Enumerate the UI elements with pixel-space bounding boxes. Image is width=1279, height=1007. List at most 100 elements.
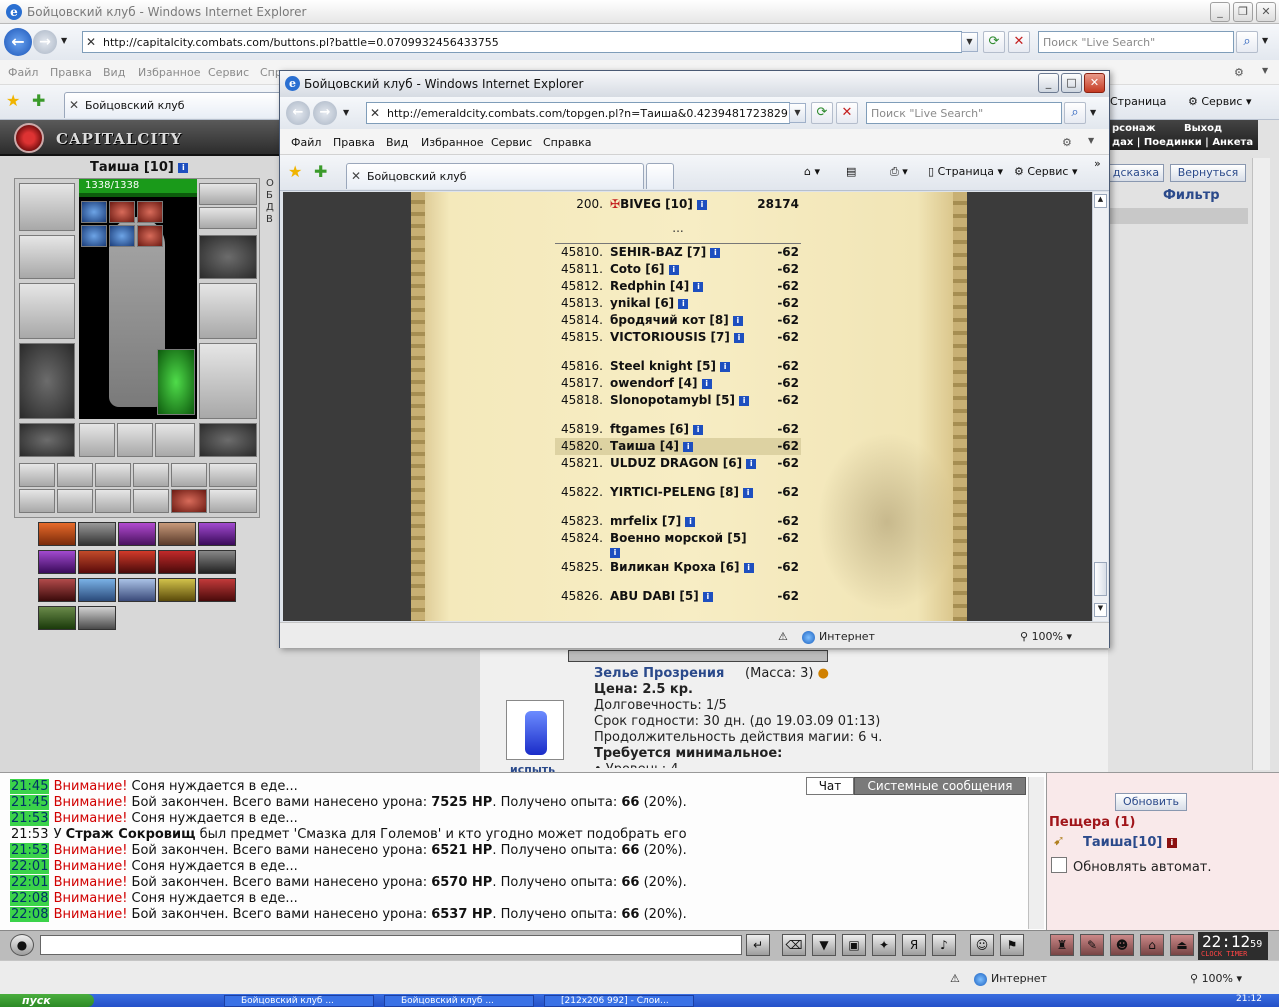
popup-menu-view[interactable]: Вид — [386, 136, 408, 149]
boots-slot[interactable] — [199, 423, 257, 457]
chat-timestamp[interactable]: 21:53 — [10, 811, 50, 826]
refresh-icon[interactable]: ⟳ — [983, 31, 1005, 53]
popup-home-icon[interactable]: ⌂ ▾ — [804, 165, 820, 178]
info-icon[interactable]: i — [668, 264, 679, 275]
chat-vscroll[interactable] — [1028, 777, 1044, 929]
rank-nick[interactable]: Redphin [4] i — [610, 279, 760, 293]
scroll-slot-8[interactable] — [57, 489, 93, 513]
popup-service-menu[interactable]: ⚙ Сервис ▾ — [1014, 165, 1078, 178]
info-icon[interactable]: i — [743, 487, 754, 498]
character-name[interactable]: Таиша [10] i — [90, 160, 189, 175]
rune-slot-6[interactable] — [137, 225, 163, 247]
chat-timestamp[interactable]: 21:45 — [10, 795, 50, 810]
info-icon[interactable]: i — [685, 516, 696, 527]
filter-label[interactable]: Фильтр — [1163, 188, 1220, 203]
info-icon[interactable]: i — [697, 199, 708, 210]
popup-scroll-thumb[interactable] — [1094, 562, 1107, 596]
skill-12[interactable] — [78, 578, 116, 602]
search-icon[interactable]: ⌕ — [1236, 31, 1258, 53]
rank-nick[interactable]: mrfelix [7] i — [610, 514, 760, 528]
skill-1[interactable] — [38, 522, 76, 546]
helmet-slot[interactable] — [19, 183, 75, 231]
use-potion-link[interactable]: испыть — [510, 763, 555, 772]
pet-slot[interactable] — [157, 349, 195, 415]
menu-tools[interactable]: Сервис — [208, 66, 249, 79]
search-input[interactable]: Поиск "Live Search" — [1038, 31, 1234, 53]
inventory-icon[interactable]: ♜ — [1050, 934, 1074, 956]
filter-icon[interactable]: ▼ — [812, 934, 836, 956]
info-icon[interactable]: i — [734, 332, 745, 343]
rank-nick[interactable]: YIRTICI-PELENG [8] i — [610, 485, 760, 499]
scroll-slot-6[interactable] — [209, 463, 257, 487]
rune-slot-5[interactable] — [109, 225, 135, 247]
popup-search-options-icon[interactable]: ▼ — [1090, 108, 1096, 117]
info-icon[interactable]: i — [683, 441, 694, 452]
menu-view[interactable]: Вид — [103, 66, 125, 79]
skill-15[interactable] — [198, 578, 236, 602]
info-icon[interactable]: i — [693, 281, 704, 292]
rank-nick[interactable]: Coto [6] i — [610, 262, 760, 276]
zoom-level[interactable]: ⚲ 100% ▾ — [1190, 972, 1242, 985]
info-icon[interactable]: i — [693, 424, 704, 435]
legs-slot[interactable] — [199, 343, 257, 419]
forward-arrow-icon[interactable]: → — [33, 30, 57, 54]
rank-nick[interactable]: бродячий кот [8] i — [610, 313, 760, 327]
search-options-icon[interactable]: ▼ — [1262, 36, 1268, 45]
popup-menu-file[interactable]: Файл — [291, 136, 321, 149]
popup-history-dropdown-icon[interactable]: ▼ — [343, 108, 349, 117]
side-letter[interactable]: Б — [266, 190, 280, 202]
location-user[interactable]: Таиша[10] i — [1083, 835, 1177, 850]
popup-translate-icon[interactable]: ⚙ — [1062, 136, 1072, 149]
rank-nick[interactable]: ✠BIVEG [10] i — [610, 197, 760, 211]
skill-11[interactable] — [38, 578, 76, 602]
popup-scroll-up[interactable]: ▲ — [1094, 194, 1107, 208]
popup-menu-tools[interactable]: Сервис — [491, 136, 532, 149]
scroll-slot-1[interactable] — [19, 463, 55, 487]
rank-nick[interactable]: Slonopotamybl [5] i — [610, 393, 760, 407]
menu-file[interactable]: Файл — [8, 66, 38, 79]
chat-mode-icon[interactable]: ● — [10, 934, 34, 956]
chat-timestamp[interactable]: 22:01 — [10, 875, 50, 890]
chat-timestamp[interactable]: 21:53 — [10, 827, 49, 842]
scroll-slot-2[interactable] — [57, 463, 93, 487]
chat-timestamp[interactable]: 21:53 — [10, 843, 50, 858]
friends-icon[interactable]: ☻ — [1110, 934, 1134, 956]
outer-page-menu[interactable]: Страница — [1110, 95, 1166, 108]
popup-menu-help[interactable]: Справка — [543, 136, 591, 149]
popup-security-zone[interactable]: Интернет — [802, 630, 875, 644]
skill-13[interactable] — [118, 578, 156, 602]
history-dropdown-icon[interactable]: ▼ — [61, 36, 67, 45]
start-button[interactable]: пуск — [0, 994, 94, 1007]
chat-timestamp[interactable]: 22:08 — [10, 891, 50, 906]
popup-vscroll[interactable]: ▲ ▼ — [1092, 192, 1108, 621]
scroll-slot-11[interactable] — [171, 489, 207, 513]
chat-timestamp[interactable]: 22:01 — [10, 859, 50, 874]
taskbar-item-2[interactable]: Бойцовский клуб ... — [384, 995, 534, 1007]
skill-8[interactable] — [118, 550, 156, 574]
back-arrow-icon[interactable]: ← — [4, 28, 32, 56]
back-button[interactable]: Вернуться — [1170, 164, 1246, 182]
auto-refresh-checkbox[interactable] — [1051, 857, 1067, 873]
private-message-icon[interactable]: ➹ — [1053, 833, 1065, 849]
popup-more-icon[interactable]: » — [1094, 157, 1101, 170]
skill-16[interactable] — [38, 606, 76, 630]
quest-icon[interactable]: ✎ — [1080, 934, 1104, 956]
popup-page-menu[interactable]: ▯ Страница ▾ — [928, 165, 1003, 178]
accessory-slot-1[interactable] — [79, 423, 115, 457]
skill-10[interactable] — [198, 550, 236, 574]
refresh-button[interactable]: Обновить — [1115, 793, 1187, 811]
info-icon[interactable]: i — [746, 458, 757, 469]
popup-forward-icon[interactable]: → — [313, 101, 337, 125]
info-icon[interactable]: i — [178, 162, 189, 173]
popup-stop-icon[interactable]: ✕ — [836, 102, 858, 124]
side-letter[interactable]: В — [266, 214, 280, 226]
taskbar-item-1[interactable]: Бойцовский клуб ... — [224, 995, 374, 1007]
popup-zoom-level[interactable]: ⚲ 100% ▾ — [1020, 630, 1072, 643]
page-vscroll[interactable] — [1252, 158, 1268, 770]
address-dropdown-button[interactable]: ▼ — [961, 32, 978, 52]
stop-icon[interactable]: ✕ — [1008, 31, 1030, 53]
popup-new-tab[interactable] — [646, 163, 674, 189]
popup-search-input[interactable]: Поиск "Live Search" — [866, 102, 1062, 124]
scroll-slot-12[interactable] — [209, 489, 257, 513]
add-favorite-icon[interactable]: ✚ — [32, 91, 45, 110]
